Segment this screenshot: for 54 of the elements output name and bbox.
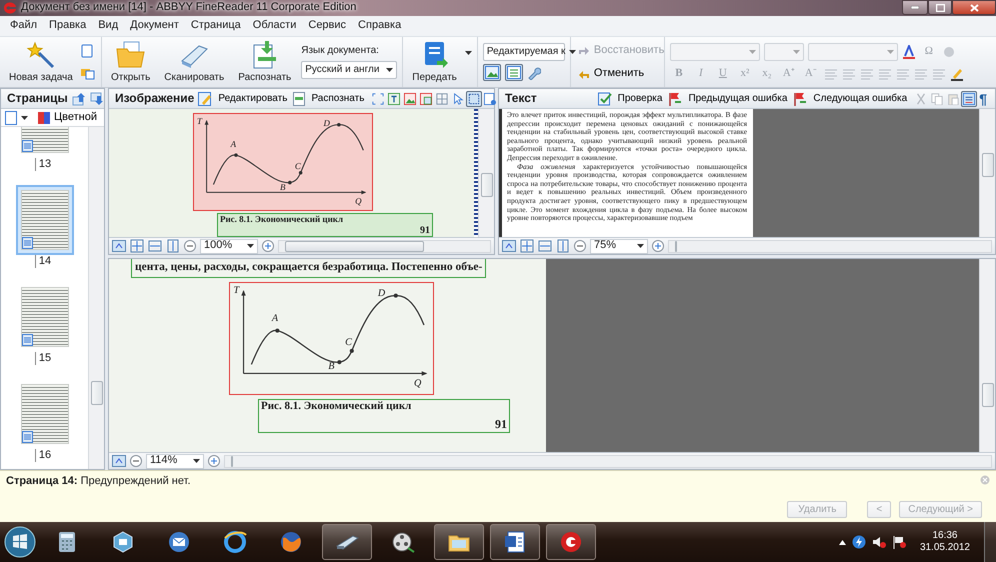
clock-date: 31.05.2012 <box>920 542 970 554</box>
axis-label: T <box>234 286 240 296</box>
figure-caption: Рис. 8.1. Экономический цикл <box>220 214 344 225</box>
marks-tool-button[interactable]: ¶ <box>977 90 989 108</box>
page-number: 91 <box>495 417 507 432</box>
edit-button[interactable]: Редактировать <box>216 92 290 106</box>
menu-item[interactable]: Правка <box>43 19 92 33</box>
window-title: Документ без имени [14] - ABBYY FineReader 11 Corporate Edition <box>21 1 356 15</box>
page-number: 16 <box>34 449 54 462</box>
point-label: B <box>280 182 286 192</box>
page-number: 14 <box>34 255 54 268</box>
undo-button[interactable]: Отменить <box>576 66 646 82</box>
point-label: D <box>324 118 330 128</box>
menu-item[interactable]: Вид <box>92 19 124 33</box>
zoom-dropdown[interactable]: 75% <box>590 238 648 254</box>
panel-title: Страницы <box>7 91 68 106</box>
point-label: D <box>378 288 386 299</box>
send-button[interactable]: Передать <box>408 38 461 86</box>
new-task-button[interactable]: Новая задача <box>5 38 77 86</box>
menu-item[interactable]: Страница <box>184 19 247 33</box>
point-label: C <box>294 162 301 171</box>
axis-label: T <box>196 116 202 126</box>
next-error-button[interactable]: Следующая ошибка <box>811 92 910 106</box>
point-label: A <box>230 140 236 150</box>
page-number: 15 <box>34 352 54 365</box>
scan-button[interactable]: Сканировать <box>160 38 228 86</box>
language-dropdown[interactable]: Русский и англи <box>301 61 398 79</box>
open-button[interactable]: Открыть <box>107 38 154 86</box>
clock-time: 16:36 <box>931 530 958 542</box>
text-line: цента, цены, расходы, сокращается безработица. Постепенно объе- <box>131 259 486 278</box>
pane-title: Изображение <box>115 91 194 106</box>
recognize-button[interactable]: Распознать <box>309 92 366 106</box>
point-label: A <box>272 314 278 324</box>
menu-item[interactable]: Сервис <box>302 19 352 33</box>
language-label: Язык документа: <box>301 45 380 57</box>
page-number: 13 <box>34 158 54 171</box>
check-button[interactable]: Проверка <box>616 92 664 106</box>
menu-item[interactable]: Справка <box>352 19 408 33</box>
status-message: Страница 14: Предупреждений нет. <box>6 475 191 488</box>
menu-item[interactable]: Файл <box>4 19 44 33</box>
color-mode-button[interactable]: Цветной <box>36 110 99 126</box>
zoom-dropdown[interactable]: 114% <box>146 454 204 468</box>
pane-title: Текст <box>505 91 537 106</box>
zoom-dropdown[interactable]: 100% <box>200 238 258 254</box>
recognize-button[interactable]: Распознать <box>234 38 296 86</box>
menu-item[interactable]: Области <box>246 19 302 33</box>
axis-label: Q <box>355 197 362 206</box>
point-label: C <box>345 338 352 349</box>
menu-item[interactable]: Документ <box>124 19 185 33</box>
previous-error-button[interactable]: Предыдущая ошибка <box>686 92 790 106</box>
page-number: 91 <box>420 224 430 237</box>
axis-label: Q <box>414 379 422 390</box>
figure-caption: Рис. 8.1. Экономический цикл <box>261 400 412 413</box>
point-label: B <box>328 362 334 372</box>
